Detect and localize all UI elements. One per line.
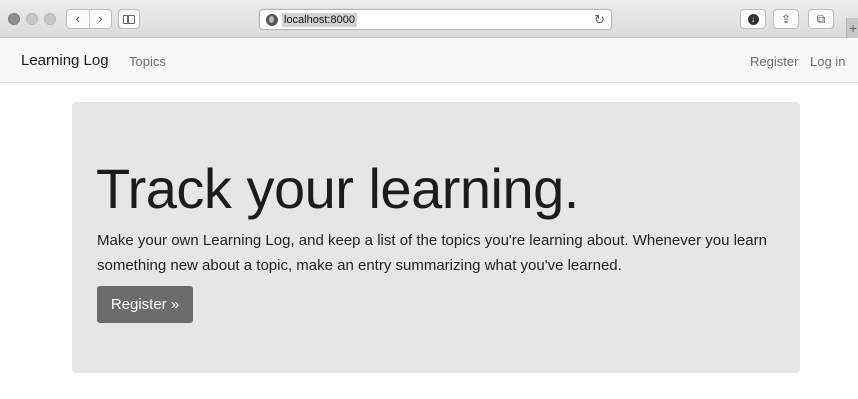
share-icon: ⇪: [780, 12, 792, 26]
tab-overview-button[interactable]: ⧉: [808, 9, 834, 29]
new-tab-button[interactable]: +: [846, 18, 858, 38]
share-button[interactable]: ⇪: [773, 9, 799, 29]
zoom-window-button[interactable]: [44, 13, 56, 25]
register-button[interactable]: Register »: [97, 286, 193, 323]
download-icon: ↓: [747, 13, 759, 25]
history-nav-group: ‹ ›: [66, 9, 112, 29]
tabs-icon: ⧉: [816, 11, 826, 26]
reload-icon[interactable]: ↻: [594, 12, 605, 28]
forward-button[interactable]: ›: [88, 10, 112, 28]
site-navbar: Learning Log Topics Register Log in: [0, 38, 858, 83]
page-heading: Track your learning.: [96, 157, 579, 220]
nav-link-login[interactable]: Log in: [810, 54, 845, 69]
back-button[interactable]: ‹: [67, 10, 89, 28]
browser-toolbar: ‹ › localhost:8000 ↻ ↓ ⇪ ⧉ +: [0, 0, 858, 38]
address-bar[interactable]: localhost:8000 ↻: [259, 9, 612, 30]
sidebar-icon: [123, 14, 135, 24]
brand-link[interactable]: Learning Log: [21, 52, 109, 69]
minimize-window-button[interactable]: [26, 13, 38, 25]
nav-link-register[interactable]: Register: [750, 54, 798, 69]
globe-icon: [266, 14, 278, 26]
downloads-button[interactable]: ↓: [740, 9, 766, 29]
jumbotron: Track your learning. Make your own Learn…: [72, 102, 800, 373]
sidebar-toggle-button[interactable]: [118, 9, 140, 29]
close-window-button[interactable]: [8, 13, 20, 25]
nav-link-topics[interactable]: Topics: [129, 54, 166, 69]
url-text[interactable]: localhost:8000: [282, 13, 357, 27]
lead-paragraph: Make your own Learning Log, and keep a l…: [97, 232, 767, 274]
